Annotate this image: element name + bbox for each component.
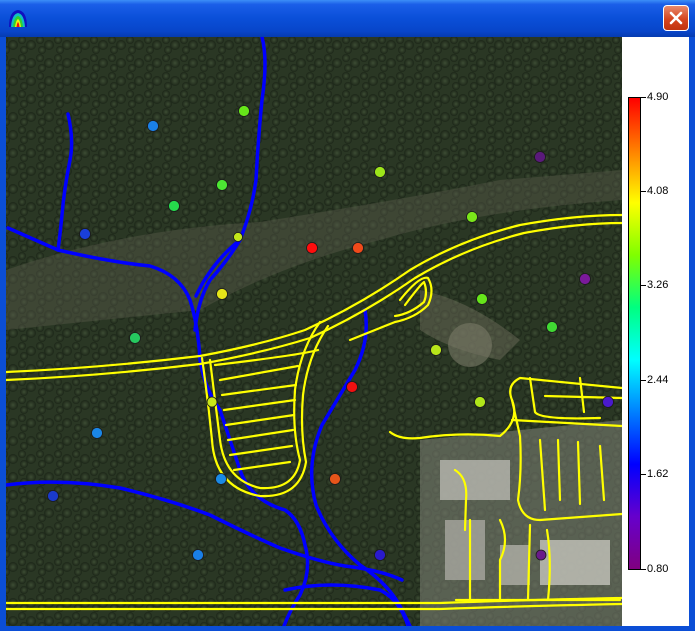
station-marker[interactable] — [215, 473, 227, 485]
station-marker[interactable] — [430, 344, 442, 356]
legend-label: 4.90 — [647, 91, 669, 103]
title-bar[interactable] — [0, 0, 695, 37]
legend-tick — [641, 380, 646, 381]
station-marker[interactable] — [352, 242, 364, 254]
station-marker[interactable] — [206, 396, 218, 408]
legend-tick — [641, 285, 646, 286]
contour-map-icon — [9, 10, 27, 27]
legend-label: 2.44 — [647, 374, 669, 386]
legend-label: 0.80 — [647, 563, 669, 575]
close-icon — [669, 11, 683, 25]
map-window: 4.90 4.08 3.26 2.44 1.62 0.80 — [0, 0, 695, 631]
station-marker[interactable] — [79, 228, 91, 240]
station-marker[interactable] — [546, 321, 558, 333]
station-marker[interactable] — [233, 232, 243, 242]
station-marker[interactable] — [216, 179, 228, 191]
legend-label: 1.62 — [647, 468, 669, 480]
map-canvas[interactable] — [6, 37, 622, 626]
clearing-spot — [448, 323, 492, 367]
station-marker[interactable] — [579, 273, 591, 285]
station-marker[interactable] — [147, 120, 159, 132]
station-marker[interactable] — [534, 151, 546, 163]
station-marker[interactable] — [329, 473, 341, 485]
close-button[interactable] — [663, 5, 689, 31]
station-marker[interactable] — [346, 381, 358, 393]
station-marker[interactable] — [466, 211, 478, 223]
legend-label: 4.08 — [647, 185, 669, 197]
station-marker[interactable] — [374, 166, 386, 178]
station-marker[interactable] — [374, 549, 386, 561]
station-marker[interactable] — [476, 293, 488, 305]
station-marker[interactable] — [535, 549, 547, 561]
station-marker[interactable] — [91, 427, 103, 439]
legend-tick — [641, 474, 646, 475]
station-marker[interactable] — [129, 332, 141, 344]
legend-label: 3.26 — [647, 279, 669, 291]
legend-tick — [641, 97, 646, 98]
color-scale-bar — [628, 97, 641, 570]
station-marker[interactable] — [168, 200, 180, 212]
station-marker[interactable] — [238, 105, 250, 117]
window-frame-bottom — [0, 626, 695, 631]
station-marker[interactable] — [474, 396, 486, 408]
station-marker[interactable] — [216, 288, 228, 300]
legend-tick — [641, 191, 646, 192]
station-marker[interactable] — [47, 490, 59, 502]
station-marker[interactable] — [602, 396, 614, 408]
station-marker[interactable] — [306, 242, 318, 254]
legend-tick — [641, 569, 646, 570]
window-frame-right — [689, 37, 695, 631]
building — [440, 460, 510, 500]
station-marker[interactable] — [192, 549, 204, 561]
